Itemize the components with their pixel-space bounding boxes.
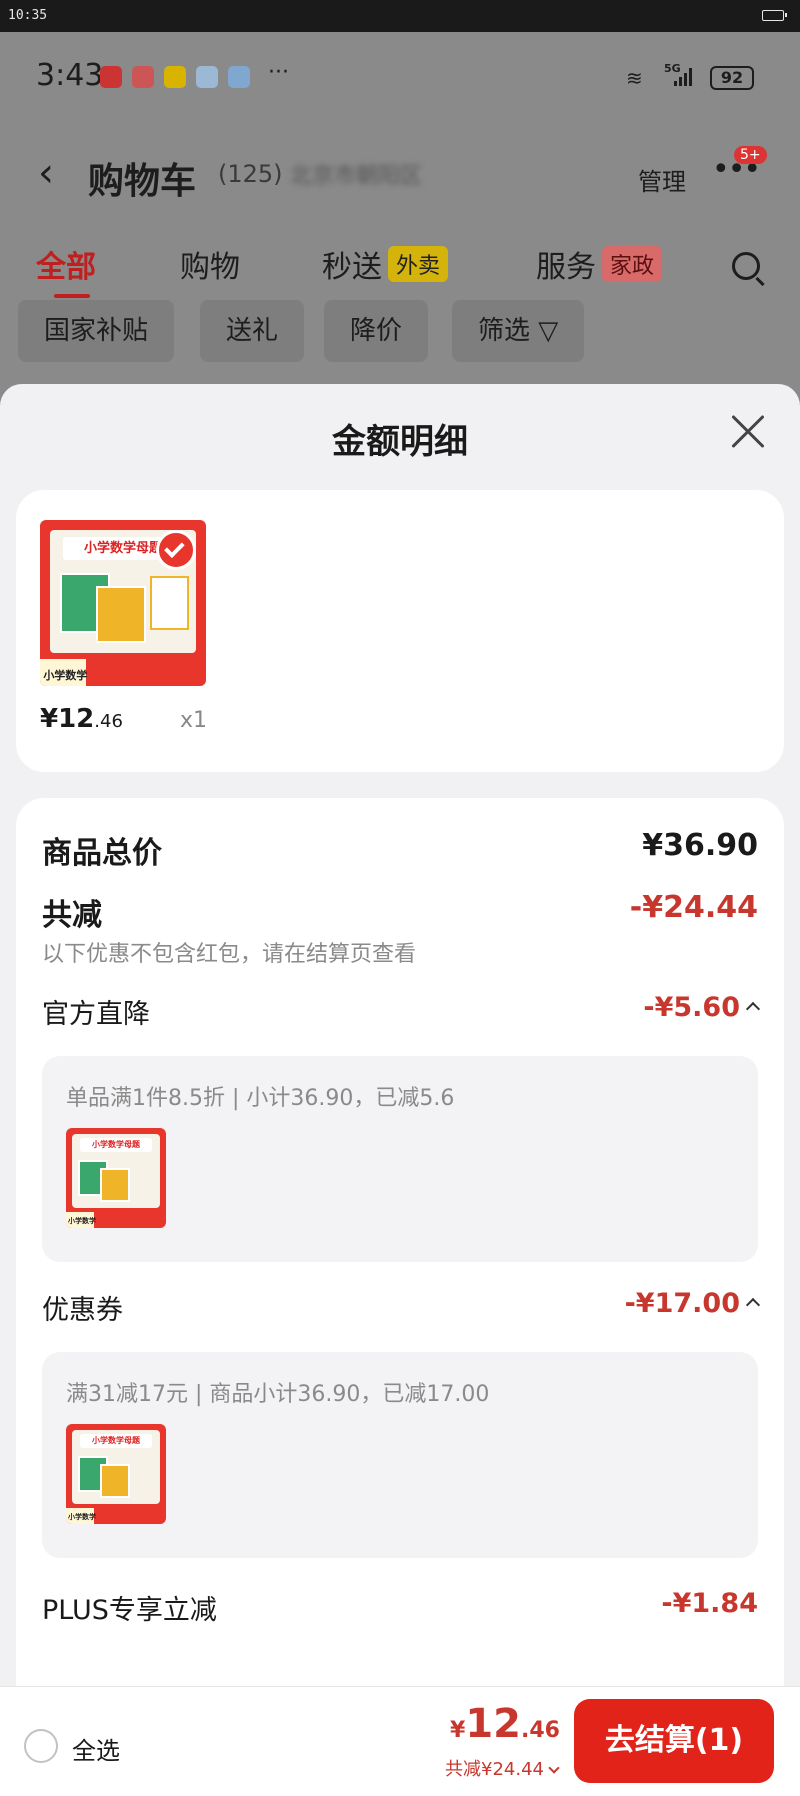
total-decimal: .46 <box>521 1718 560 1743</box>
plus-discount-label: PLUS专享立减 <box>42 1595 217 1626</box>
price-breakdown-card: 商品总价 ¥36.90 共减 -¥24.44 以下优惠不包含红包，请在结算页查看… <box>16 798 784 1686</box>
total-amount: ¥12.46 <box>450 1701 560 1747</box>
reduce-note: 以下优惠不包含红包，请在结算页查看 <box>42 942 417 967</box>
checkout-bar: 全选 ¥12.46 共减¥24.44 去结算(1) <box>0 1686 800 1796</box>
official-discount-desc: 单品满1件8.5折 | 小计36.90，已减5.6 <box>66 1086 455 1111</box>
wifi-icon: ≋ <box>626 66 643 90</box>
tab-label: 全部 <box>36 250 96 285</box>
cart-tabs: 全部 购物 秒送 外卖 服务 家政 <box>0 222 800 302</box>
tab-instant-delivery[interactable]: 秒送 外卖 <box>322 242 449 286</box>
coupon-label: 优惠券 <box>42 1295 123 1326</box>
signal-icon <box>674 68 696 86</box>
device-status-bar: 10:35 <box>0 0 800 32</box>
coupon-value: -¥17.00 <box>624 1288 740 1319</box>
plus-discount-value: -¥1.84 <box>661 1588 758 1619</box>
tab-label: 服务 <box>536 250 596 285</box>
chevron-down-icon <box>548 1762 560 1774</box>
chevron-up-icon <box>745 1001 761 1017</box>
cart-count: (125) <box>218 160 283 188</box>
app-notification-icon <box>100 66 122 88</box>
app-notification-icon <box>132 66 154 88</box>
select-all-checkbox[interactable] <box>24 1729 58 1763</box>
amount-detail-sheet: 金额明细 小学数学母题 小学数学 ¥12.46 x1 商品总价 ¥36.90 共… <box>0 384 800 1686</box>
message-badge: 5+ <box>734 146 767 164</box>
chip-price-drop[interactable]: 降价 <box>324 300 429 362</box>
page-title: 购物车 <box>88 161 197 202</box>
currency-symbol: ¥ <box>450 1718 466 1743</box>
thumbnail-label: 小学数学 <box>43 668 88 682</box>
tab-shopping[interactable]: 购物 <box>180 242 240 286</box>
search-icon[interactable] <box>732 252 760 280</box>
filter-chips: 国家补贴 送礼 降价 筛选 ▽ <box>0 300 800 370</box>
tab-label: 秒送 <box>322 250 382 285</box>
device-time: 10:35 <box>8 8 48 23</box>
official-discount-detail: 单品满1件8.5折 | 小计36.90，已减5.6 小学数学母题 小学数学 <box>42 1056 758 1262</box>
product-quantity: x1 <box>180 708 208 733</box>
more-notifications-icon: ··· <box>268 60 289 85</box>
chevron-up-icon <box>745 1297 761 1313</box>
manage-button[interactable]: 管理 <box>638 162 686 197</box>
app-notification-icon <box>228 66 250 88</box>
tab-label: 购物 <box>180 250 240 285</box>
back-icon[interactable]: ‹ <box>38 150 54 196</box>
battery-level: 92 <box>710 66 754 90</box>
chip-national-subsidy[interactable]: 国家补贴 <box>18 300 175 362</box>
housekeeping-tag: 家政 <box>602 246 663 282</box>
thumbnail-label: 小学数学 <box>68 1217 96 1225</box>
device-battery-icon <box>762 10 787 21</box>
takeout-tag: 外卖 <box>388 246 449 282</box>
chip-gift[interactable]: 送礼 <box>200 300 305 362</box>
thumbnail-title: 小学数学母题 <box>80 1138 152 1152</box>
phone-status-bar: 3:43 ··· ≋ 5G 92 <box>0 32 800 122</box>
tab-services[interactable]: 服务 家政 <box>536 242 663 286</box>
app-notification-icon <box>196 66 218 88</box>
total-reduce-value: -¥24.44 <box>629 890 758 925</box>
coupon-detail: 满31减17元 | 商品小计36.90，已减17.00 小学数学母题 小学数学 <box>42 1352 758 1558</box>
product-price: ¥12.46 <box>40 704 123 734</box>
close-icon[interactable] <box>722 406 774 458</box>
total-reduce-label: 共减 <box>42 898 102 933</box>
thumbnail-label: 小学数学 <box>68 1513 96 1521</box>
official-discount-value: -¥5.60 <box>643 992 740 1023</box>
select-all-label[interactable]: 全选 <box>72 1731 120 1766</box>
checkout-button[interactable]: 去结算(1) <box>574 1699 774 1783</box>
product-thumbnail: 小学数学母题 小学数学 <box>66 1424 166 1524</box>
thumbnail-title: 小学数学母题 <box>80 1434 152 1448</box>
phone-clock: 3:43 <box>36 58 104 93</box>
total-reduce-text: 共减¥24.44 <box>445 1759 544 1780</box>
product-thumbnail[interactable]: 小学数学母题 小学数学 <box>40 520 206 686</box>
cart-header: ‹ 购物车 (125) 北京市朝阳区 管理 ••• 5+ <box>0 122 800 222</box>
chip-filter[interactable]: 筛选 ▽ <box>452 300 585 362</box>
total-integer: 12 <box>465 1701 522 1747</box>
official-discount-label: 官方直降 <box>42 999 150 1030</box>
product-card: 小学数学母题 小学数学 ¥12.46 x1 <box>16 490 784 772</box>
sheet-title: 金额明细 <box>332 422 468 462</box>
product-thumbnail: 小学数学母题 小学数学 <box>66 1128 166 1228</box>
official-discount-toggle[interactable]: -¥5.60 <box>643 992 761 1023</box>
total-price-label: 商品总价 <box>42 836 162 871</box>
delivery-address[interactable]: 北京市朝阳区 <box>290 158 422 190</box>
tab-all[interactable]: 全部 <box>36 242 96 298</box>
price-integer: ¥12 <box>40 704 95 734</box>
meituan-icon <box>164 66 186 88</box>
total-reduce-toggle[interactable]: 共减¥24.44 <box>445 1755 560 1781</box>
total-price-value: ¥36.90 <box>642 828 758 863</box>
coupon-desc: 满31减17元 | 商品小计36.90，已减17.00 <box>66 1382 490 1407</box>
price-decimal: .46 <box>94 711 123 732</box>
selected-check-icon[interactable] <box>156 529 197 570</box>
coupon-toggle[interactable]: -¥17.00 <box>624 1288 761 1319</box>
